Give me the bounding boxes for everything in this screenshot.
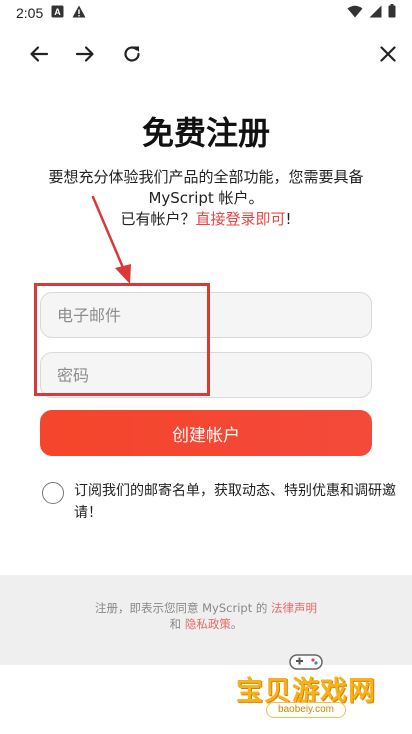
- email-field[interactable]: [40, 292, 372, 338]
- watermark-url: baobeiy.com: [266, 702, 346, 718]
- privacy-link[interactable]: 隐私政策: [185, 617, 231, 631]
- legal-line-1: 注册，即表示您同意 MyScript 的 法律声明: [0, 600, 412, 616]
- password-input[interactable]: [57, 365, 355, 385]
- legal-and: 和: [169, 617, 182, 631]
- watermark-logo: 宝贝游戏网 baobeiy.com: [230, 645, 382, 725]
- subscribe-option: 订阅我们的邮寄名单，获取动态、特别优惠和调研邀请！: [42, 480, 404, 524]
- legal-prefix: 注册，即表示您同意 MyScript 的: [94, 601, 268, 615]
- create-account-button[interactable]: 创建帐户: [40, 410, 372, 456]
- legal-end: 。: [230, 617, 243, 631]
- subscribe-radio[interactable]: [42, 482, 64, 504]
- legal-line-2: 和 隐私政策。: [0, 616, 412, 632]
- subscribe-label: 订阅我们的邮寄名单，获取动态、特别优惠和调研邀请！: [74, 483, 396, 521]
- email-input[interactable]: [57, 305, 355, 325]
- legal-text: 注册，即表示您同意 MyScript 的 法律声明 和 隐私政策。: [0, 600, 412, 632]
- terms-link[interactable]: 法律声明: [271, 601, 317, 615]
- password-field[interactable]: [40, 352, 372, 398]
